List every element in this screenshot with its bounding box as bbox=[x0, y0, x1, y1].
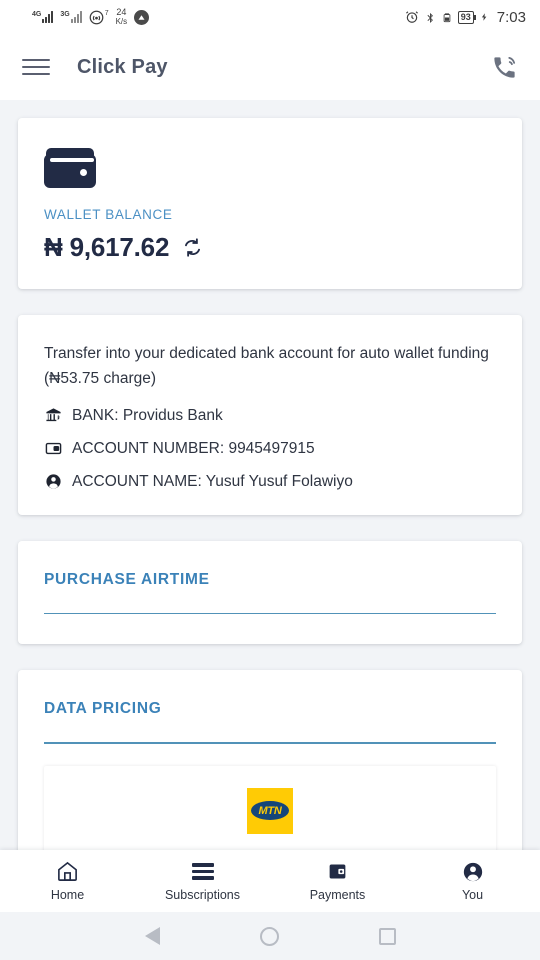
phone-ringing-icon[interactable] bbox=[491, 54, 518, 81]
status-bar-left: 4G 3G 7 24 K/s bbox=[14, 7, 150, 27]
battery-percent-label: 93 bbox=[457, 10, 476, 24]
mtn-logo-ellipse: MTN bbox=[251, 801, 289, 821]
data-pricing-title: DATA PRICING bbox=[44, 700, 162, 718]
transfer-description: Transfer into your dedicated bank accoun… bbox=[44, 345, 489, 388]
app-screen: 4G 3G 7 24 K/s 93 7:03 Click Pay WALLET … bbox=[0, 0, 540, 960]
wallet-glyph bbox=[329, 864, 346, 879]
account-name-text: ACCOUNT NAME: Yusuf Yusuf Folawiyo bbox=[72, 472, 353, 490]
signal-primary: 4G bbox=[32, 11, 54, 23]
nav-item-subscriptions[interactable]: Subscriptions bbox=[135, 861, 270, 902]
home-icon bbox=[56, 861, 79, 883]
account-name-row: ACCOUNT NAME: Yusuf Yusuf Folawiyo bbox=[44, 473, 496, 491]
data-rate-indicator: 24 K/s bbox=[115, 7, 128, 27]
account-number-row: ACCOUNT NUMBER: 9945497915 bbox=[44, 440, 496, 458]
app-notification-badge-icon bbox=[134, 9, 150, 25]
page-title: Click Pay bbox=[77, 55, 168, 78]
purchase-airtime-title: PURCHASE AIRTIME bbox=[44, 570, 210, 588]
card-glyph bbox=[45, 442, 62, 455]
status-bar: 4G 3G 7 24 K/s 93 7:03 bbox=[0, 0, 540, 34]
nav-label-payments: Payments bbox=[309, 887, 366, 902]
data-rate-unit: K/s bbox=[115, 17, 128, 26]
nav-item-payments[interactable]: Payments bbox=[270, 861, 405, 902]
recents-square-icon[interactable] bbox=[378, 927, 396, 945]
signal-secondary: 3G bbox=[60, 11, 82, 23]
nav-item-home[interactable]: Home bbox=[0, 861, 135, 902]
person-circle-icon bbox=[462, 861, 484, 883]
battery-small-icon bbox=[443, 12, 451, 22]
purchase-airtime-divider bbox=[44, 612, 496, 615]
network-type-secondary-label: 3G bbox=[60, 11, 70, 18]
nav-item-you[interactable]: You bbox=[405, 861, 540, 902]
hotspot-count-label: 7 bbox=[104, 9, 109, 17]
person-circle-glyph bbox=[463, 862, 482, 881]
home-glyph bbox=[58, 861, 77, 881]
signal-bars-primary-icon bbox=[42, 11, 54, 23]
wallet-amount-row: ₦ 9,617.62 bbox=[44, 232, 496, 263]
wallet-balance-card: WALLET BALANCE ₦ 9,617.62 bbox=[18, 118, 522, 289]
nav-label-you: You bbox=[461, 887, 484, 902]
hotspot-indicator: 7 bbox=[89, 10, 109, 25]
data-pricing-divider bbox=[44, 742, 496, 744]
mtn-logo-icon[interactable]: MTN bbox=[247, 787, 293, 834]
network-logo-panel[interactable]: MTN bbox=[44, 765, 496, 864]
refresh-glyph bbox=[185, 238, 201, 257]
hamburger-menu-icon[interactable] bbox=[22, 57, 50, 77]
list-bars-icon bbox=[191, 861, 214, 883]
nav-label-home: Home bbox=[50, 887, 85, 902]
bank-detail-row: BANK: Providus Bank bbox=[44, 407, 496, 425]
status-bar-right: 93 7:03 bbox=[405, 9, 526, 26]
system-navigation-bar bbox=[0, 912, 540, 960]
phone-glyph bbox=[494, 56, 516, 78]
bluetooth-icon bbox=[427, 12, 433, 23]
charging-bolt-icon bbox=[481, 13, 487, 21]
home-circle-icon[interactable] bbox=[259, 926, 279, 946]
alarm-clock-icon bbox=[405, 11, 418, 23]
hotspot-icon bbox=[89, 10, 104, 24]
mtn-logo-label: MTN bbox=[258, 804, 282, 817]
purchase-airtime-card[interactable]: PURCHASE AIRTIME bbox=[18, 540, 522, 645]
chevron-up-icon bbox=[138, 14, 145, 20]
app-bar: Click Pay bbox=[0, 34, 540, 100]
data-pricing-card[interactable]: DATA PRICING MTN bbox=[18, 670, 522, 864]
card-icon bbox=[44, 440, 63, 457]
bank-glyph bbox=[46, 408, 61, 422]
data-rate-value: 24 bbox=[116, 7, 127, 17]
wallet-balance-label: WALLET BALANCE bbox=[44, 207, 173, 222]
account-number-text: ACCOUNT NUMBER: 9945497915 bbox=[72, 439, 315, 457]
list-bars-glyph bbox=[191, 863, 214, 880]
bank-transfer-card: Transfer into your dedicated bank accoun… bbox=[18, 315, 522, 515]
bottom-navigation: Home Subscriptions Payments You bbox=[0, 850, 540, 912]
back-triangle-icon[interactable] bbox=[144, 927, 160, 945]
network-type-primary-label: 4G bbox=[32, 11, 42, 18]
wallet-balance-amount: ₦ 9,617.62 bbox=[44, 232, 170, 262]
wallet-icon bbox=[44, 148, 96, 188]
person-glyph bbox=[46, 474, 61, 489]
bank-detail-text: BANK: Providus Bank bbox=[72, 406, 223, 424]
refresh-icon[interactable] bbox=[182, 237, 203, 258]
nav-label-subscriptions: Subscriptions bbox=[164, 887, 241, 902]
scroll-content[interactable]: WALLET BALANCE ₦ 9,617.62 Transfer into … bbox=[0, 100, 540, 960]
bank-icon bbox=[44, 407, 63, 424]
wallet-icon bbox=[327, 861, 348, 883]
clock-label: 7:03 bbox=[496, 8, 526, 26]
person-icon bbox=[44, 473, 63, 490]
signal-bars-secondary-icon bbox=[70, 11, 82, 23]
